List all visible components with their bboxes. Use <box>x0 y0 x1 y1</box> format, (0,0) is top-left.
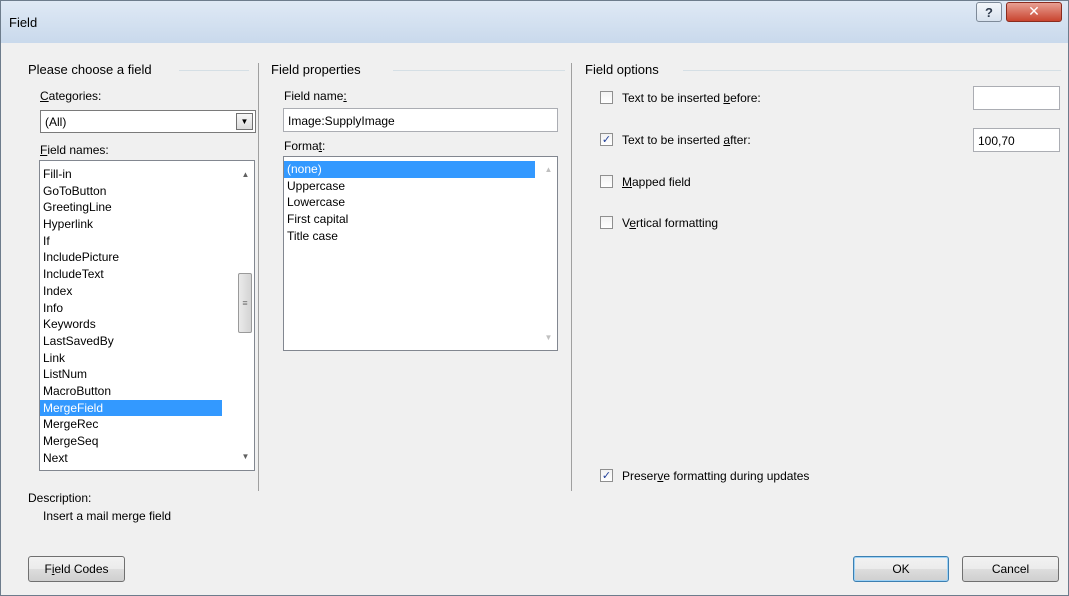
categories-combobox[interactable]: (All) ▼ <box>40 110 256 133</box>
format-items: (none) Uppercase Lowercase First capital Tit… <box>284 161 535 244</box>
field-names-label: Field names: <box>40 143 109 157</box>
checkbox-preserve-formatting[interactable]: ✓ <box>600 469 613 482</box>
mapped-field-label[interactable]: Mapped field <box>622 175 691 189</box>
field-codes-button[interactable]: Fi eld Codes <box>28 556 125 582</box>
dialog-title: Field <box>9 15 38 30</box>
text-after-input[interactable]: 100,70 <box>973 128 1060 152</box>
format-label: Format: <box>284 139 326 153</box>
field-name-list-item[interactable]: Index <box>40 283 222 300</box>
preserve-formatting-label[interactable]: Preserve formatting during updates <box>622 469 809 483</box>
format-scrollbar[interactable]: ▲ ▼ <box>540 157 557 350</box>
description-text: Insert a mail merge field <box>43 509 172 523</box>
field-name-list-item[interactable]: MergeField <box>40 399 222 417</box>
field-name-label: Field name: <box>284 89 347 103</box>
field-names-list[interactable]: Fill-in GoToButton GreetingLine Hyperlink If… <box>39 160 255 471</box>
separator-middle <box>571 63 572 491</box>
scroll-thumb[interactable]: ≡ <box>238 273 252 333</box>
field-name-input[interactable]: Image:SupplyImage <box>283 108 558 132</box>
field-name-list-item[interactable]: GoToButton <box>40 183 222 200</box>
group-rule-left <box>179 70 249 71</box>
field-names-scrollbar[interactable]: ▲ ≡ ▼ <box>237 161 254 470</box>
group-rule-right <box>683 70 1061 71</box>
help-icon: ? <box>985 4 993 20</box>
format-list[interactable]: (none) Uppercase Lowercase First capital Tit… <box>283 156 558 351</box>
field-name-value: Image:SupplyImage <box>288 114 395 128</box>
field-name-list-item[interactable]: MergeRec <box>40 416 222 433</box>
format-list-item[interactable]: Uppercase <box>284 178 535 195</box>
checkbox-mapped-field[interactable] <box>600 175 613 188</box>
field-name-list-item[interactable]: If <box>40 233 222 250</box>
field-dialog: Field ? ✕ Please choose a field Categori… <box>0 0 1069 596</box>
format-list-item[interactable]: (none) <box>284 161 535 178</box>
checkmark-icon: ✓ <box>601 469 612 482</box>
format-list-item[interactable]: Lowercase <box>284 194 535 211</box>
checkmark-icon: ✓ <box>601 133 612 146</box>
field-names-items: Fill-in GoToButton GreetingLine Hyperlink If… <box>40 166 222 466</box>
scroll-down-icon[interactable]: ▼ <box>237 448 254 465</box>
scroll-up-icon[interactable]: ▲ <box>237 166 254 183</box>
group-title-choose-field: Please choose a field <box>28 62 158 77</box>
field-name-list-item[interactable]: GreetingLine <box>40 199 222 216</box>
format-scroll-up-icon[interactable]: ▲ <box>540 161 557 178</box>
field-name-list-item[interactable]: Keywords <box>40 316 222 333</box>
checkbox-text-after[interactable]: ✓ <box>600 133 613 146</box>
categories-value: (All) <box>45 115 67 129</box>
dialog-client: Please choose a field Categories: (All) … <box>9 43 1061 589</box>
format-list-item[interactable]: Title case <box>284 228 535 245</box>
group-title-field-options: Field options <box>585 62 665 77</box>
checkbox-vertical-formatting[interactable] <box>600 216 613 229</box>
checkbox-text-before[interactable] <box>600 91 613 104</box>
close-button[interactable]: ✕ <box>1006 2 1062 22</box>
field-name-list-item[interactable]: LastSavedBy <box>40 333 222 350</box>
field-name-list-item[interactable]: MergeSeq <box>40 433 222 450</box>
field-name-list-item[interactable]: ListNum <box>40 366 222 383</box>
field-name-list-item[interactable]: Fill-in <box>40 166 222 183</box>
help-button[interactable]: ? <box>976 2 1002 22</box>
field-name-list-item[interactable]: Hyperlink <box>40 216 222 233</box>
text-after-value: 100,70 <box>978 134 1015 148</box>
field-name-list-item[interactable]: IncludeText <box>40 266 222 283</box>
title-bar: Field ? ✕ <box>1 1 1068 43</box>
cancel-button[interactable]: Cancel <box>962 556 1059 582</box>
text-before-input[interactable] <box>973 86 1060 110</box>
format-list-item[interactable]: First capital <box>284 211 535 228</box>
field-name-list-item[interactable]: Info <box>40 300 222 317</box>
categories-label: Categories: <box>40 89 102 103</box>
field-name-list-item[interactable]: Next <box>40 450 222 467</box>
separator-left <box>258 63 259 491</box>
group-rule-middle <box>393 70 565 71</box>
description-label: Description: <box>28 491 92 505</box>
text-before-label[interactable]: Text to be inserted before: <box>622 91 761 105</box>
vertical-formatting-label[interactable]: Vertical formatting <box>622 216 718 230</box>
ok-button[interactable]: OK <box>853 556 949 582</box>
chevron-down-icon[interactable]: ▼ <box>236 113 253 130</box>
field-name-list-item[interactable]: MacroButton <box>40 383 222 400</box>
close-icon: ✕ <box>1028 4 1040 20</box>
field-name-list-item[interactable]: IncludePicture <box>40 249 222 266</box>
text-after-label[interactable]: Text to be inserted after: <box>622 133 751 147</box>
field-name-list-item[interactable]: Link <box>40 350 222 367</box>
format-scroll-down-icon[interactable]: ▼ <box>540 329 557 346</box>
group-title-field-properties: Field properties <box>271 62 367 77</box>
